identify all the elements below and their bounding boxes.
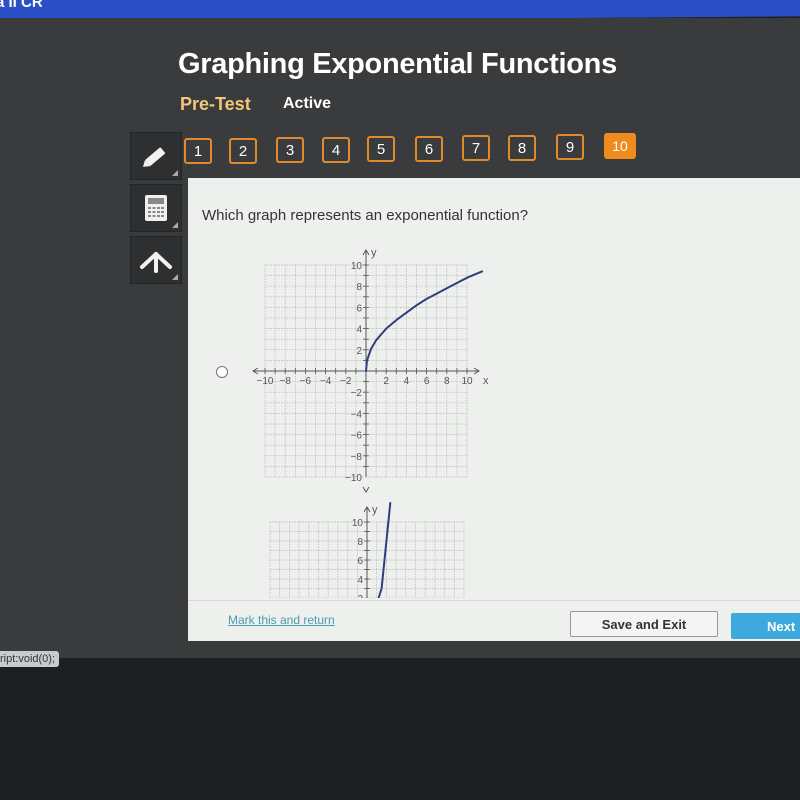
y-tick-label: 2 [357, 594, 363, 598]
x-axis-label: x [483, 375, 489, 387]
question-nav-button-5[interactable]: 5 [367, 136, 395, 162]
expand-corner-icon [172, 170, 178, 176]
x-tick-label: 10 [461, 376, 473, 387]
navigation-tool-button[interactable] [130, 236, 182, 284]
y-axis-label: y [371, 247, 377, 259]
answer-graph-1: y 10 8 6 4 2 −2 −4 −6 −8 −10 −10 −8 −6 −4 −2 2 4 6 8 10 x [252, 247, 489, 493]
mark-and-return-link[interactable]: Mark this and return [228, 613, 335, 627]
x-tick-label: 8 [444, 376, 450, 387]
answer-graph-2: y 10 8 6 4 2 [269, 502, 465, 598]
y-tick-label: 2 [356, 346, 362, 357]
y-tick-label: −6 [351, 431, 363, 442]
pencil-icon [142, 147, 166, 167]
browser-status-bar: ript:void(0); [0, 651, 60, 667]
x-tick-label: −10 [257, 376, 274, 387]
y-tick-label: −8 [351, 452, 363, 463]
next-button[interactable]: Next [731, 613, 800, 639]
x-tick-label: 6 [424, 376, 430, 387]
save-and-exit-button[interactable]: Save and Exit [570, 611, 718, 637]
y-axis-arrow-down [362, 486, 370, 493]
y-axis-label: y [372, 504, 378, 516]
y-tick-label: 4 [357, 575, 363, 586]
question-nav-button-6[interactable]: 6 [415, 136, 443, 162]
y-tick-label: 10 [352, 518, 364, 529]
pencil-tool-button[interactable] [130, 132, 182, 180]
y-tick-label: 6 [356, 303, 362, 314]
question-nav-button-2[interactable]: 2 [229, 138, 257, 164]
question-nav-button-4[interactable]: 4 [322, 137, 350, 163]
calculator-tool-button[interactable] [130, 184, 182, 232]
x-tick-label: −8 [279, 376, 291, 387]
y-tick-label: 8 [357, 537, 363, 548]
assessment-status: Active [283, 95, 332, 112]
x-tick-label: −6 [300, 376, 312, 387]
question-nav-button-1[interactable]: 1 [184, 138, 212, 164]
question-nav-button-3[interactable]: 3 [276, 137, 304, 163]
calculator-icon [145, 195, 167, 221]
x-tick-label: 2 [383, 376, 389, 387]
series-line-curve [365, 270, 484, 372]
y-tick-label: 8 [356, 282, 362, 293]
page-title: Graphing Exponential Functions [178, 48, 617, 80]
y-tick-label: −2 [351, 388, 363, 399]
answer-option-radio-1[interactable] [216, 366, 228, 378]
question-nav-button-9[interactable]: 9 [556, 134, 584, 160]
assessment-type: Pre-Test [180, 94, 251, 114]
question-nav-button-10[interactable]: 10 [604, 133, 636, 159]
expand-corner-icon [172, 274, 178, 280]
question-nav-button-7[interactable]: 7 [462, 135, 490, 161]
x-tick-label: −4 [320, 376, 332, 387]
y-tick-label: 4 [356, 325, 362, 336]
x-tick-label: 4 [404, 376, 410, 387]
question-nav-button-8[interactable]: 8 [508, 135, 536, 161]
browser-tab-title: a II CR [0, 0, 43, 12]
y-tick-label: −10 [345, 473, 362, 484]
y-tick-label: −4 [351, 409, 363, 420]
question-text: Which graph represents an exponential fu… [202, 207, 529, 224]
y-tick-label: 6 [357, 556, 363, 567]
up-arrow-icon [140, 252, 172, 273]
y-tick-label: 10 [351, 261, 363, 272]
expand-corner-icon [172, 222, 178, 228]
x-tick-label: −2 [340, 376, 352, 387]
